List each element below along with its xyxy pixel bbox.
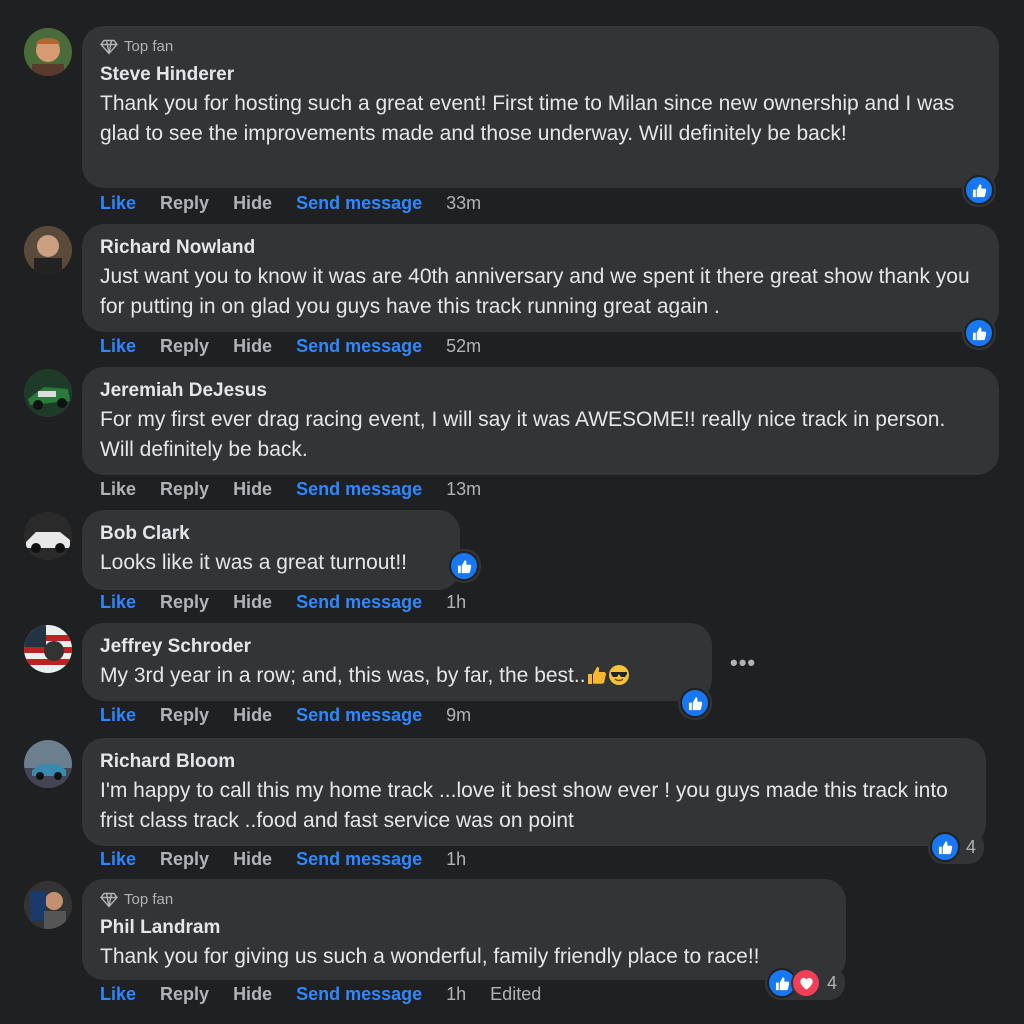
avatar[interactable]: [24, 226, 72, 274]
comment-bubble: Richard Bloom I'm happy to call this my …: [82, 738, 986, 846]
reaction-summary[interactable]: [678, 686, 712, 720]
like-reaction-icon: [930, 832, 960, 862]
comment-actions: Like Reply Hide Send message 1h: [100, 849, 490, 870]
avatar[interactable]: [24, 881, 72, 929]
edited-label: Edited: [490, 984, 542, 1004]
commenter-name[interactable]: Steve Hinderer: [100, 63, 981, 87]
comment-text: Just want you to know it was are 40th an…: [100, 265, 970, 318]
reply-button[interactable]: Reply: [160, 592, 209, 613]
comment-bubble: Jeremiah DeJesus For my first ever drag …: [82, 367, 999, 475]
comment-bubble: Top fan Steve Hinderer Thank you for hos…: [82, 26, 999, 188]
timestamp[interactable]: 1h: [446, 984, 466, 1005]
reply-button[interactable]: Reply: [160, 705, 209, 726]
commenter-name[interactable]: Phil Landram: [100, 916, 828, 940]
like-reaction-icon: [964, 318, 994, 348]
like-button[interactable]: Like: [100, 592, 136, 613]
like-reaction-icon: [964, 175, 994, 205]
comment-bubble: Jeffrey Schroder My 3rd year in a row; a…: [82, 623, 712, 701]
reply-button[interactable]: Reply: [160, 984, 209, 1005]
comment-actions: Like Reply Hide Send message 1h Edited: [100, 984, 565, 1005]
diamond-icon: [100, 892, 118, 908]
comment-actions: Like Reply Hide Send message 9m: [100, 705, 495, 726]
reaction-summary[interactable]: 4: [928, 830, 985, 864]
comment-text: Thank you for hosting such a great event…: [100, 92, 955, 145]
like-reaction-icon: [680, 688, 710, 718]
hide-button[interactable]: Hide: [233, 193, 272, 214]
diamond-icon: [100, 39, 118, 55]
timestamp[interactable]: 1h: [446, 849, 466, 870]
timestamp[interactable]: 9m: [446, 705, 471, 726]
reaction-count: 4: [827, 972, 838, 993]
top-fan-badge: Top fan: [100, 38, 981, 55]
reaction-summary[interactable]: 4: [765, 966, 846, 1000]
like-button[interactable]: Like: [100, 193, 136, 214]
commenter-name[interactable]: Jeremiah DeJesus: [100, 379, 981, 403]
hide-button[interactable]: Hide: [233, 984, 272, 1005]
timestamp[interactable]: 13m: [446, 479, 481, 500]
commenter-name[interactable]: Jeffrey Schroder: [100, 635, 694, 659]
reaction-summary[interactable]: [962, 173, 996, 207]
reaction-summary[interactable]: [447, 549, 481, 583]
hide-button[interactable]: Hide: [233, 479, 272, 500]
comment-text: Looks like it was a great turnout!!: [100, 551, 407, 574]
timestamp[interactable]: 1h: [446, 592, 466, 613]
hide-button[interactable]: Hide: [233, 336, 272, 357]
timestamp[interactable]: 52m: [446, 336, 481, 357]
avatar[interactable]: [24, 512, 72, 560]
send-message-button[interactable]: Send message: [296, 336, 422, 357]
send-message-button[interactable]: Send message: [296, 193, 422, 214]
reaction-count: 4: [966, 836, 977, 857]
like-button[interactable]: Like: [100, 705, 136, 726]
more-options-icon[interactable]: •••: [730, 650, 756, 676]
like-button[interactable]: Like: [100, 849, 136, 870]
avatar[interactable]: [24, 740, 72, 788]
comment-actions: Like Reply Hide Send message 33m: [100, 193, 505, 214]
like-button[interactable]: Like: [100, 984, 136, 1005]
send-message-button[interactable]: Send message: [296, 984, 422, 1005]
reaction-summary[interactable]: [962, 316, 996, 350]
top-fan-badge: Top fan: [100, 891, 828, 908]
comment-actions: Like Reply Hide Send message 1h: [100, 592, 490, 613]
comment-text: For my first ever drag racing event, I w…: [100, 408, 946, 461]
reply-button[interactable]: Reply: [160, 193, 209, 214]
comment-bubble: Top fan Phil Landram Thank you for givin…: [82, 879, 846, 980]
commenter-name[interactable]: Richard Bloom: [100, 750, 968, 774]
hide-button[interactable]: Hide: [233, 705, 272, 726]
timestamp[interactable]: 33m: [446, 193, 481, 214]
sunglasses-emoji-icon: [608, 664, 630, 686]
avatar[interactable]: [24, 28, 72, 76]
comment-bubble: Bob Clark Looks like it was a great turn…: [82, 510, 460, 590]
like-reaction-icon: [449, 551, 479, 581]
commenter-name[interactable]: Bob Clark: [100, 522, 442, 546]
reply-button[interactable]: Reply: [160, 336, 209, 357]
comment-actions: Like Reply Hide Send message 52m: [100, 336, 505, 357]
avatar[interactable]: [24, 369, 72, 417]
comment-text: Thank you for giving us such a wonderful…: [100, 945, 760, 968]
send-message-button[interactable]: Send message: [296, 592, 422, 613]
reply-button[interactable]: Reply: [160, 479, 209, 500]
love-reaction-icon: [791, 968, 821, 998]
like-button[interactable]: Like: [100, 336, 136, 357]
comment-text: My 3rd year in a row; and, this was, by …: [100, 661, 694, 691]
send-message-button[interactable]: Send message: [296, 849, 422, 870]
hide-button[interactable]: Hide: [233, 849, 272, 870]
comment-text: I'm happy to call this my home track ...…: [100, 779, 948, 832]
avatar[interactable]: [24, 625, 72, 673]
comment-bubble: Richard Nowland Just want you to know it…: [82, 224, 999, 332]
thumbs-up-emoji-icon: [586, 664, 608, 686]
send-message-button[interactable]: Send message: [296, 705, 422, 726]
hide-button[interactable]: Hide: [233, 592, 272, 613]
like-button[interactable]: Like: [100, 479, 136, 500]
comment-actions: Like Reply Hide Send message 13m: [100, 479, 505, 500]
reply-button[interactable]: Reply: [160, 849, 209, 870]
send-message-button[interactable]: Send message: [296, 479, 422, 500]
commenter-name[interactable]: Richard Nowland: [100, 236, 981, 260]
